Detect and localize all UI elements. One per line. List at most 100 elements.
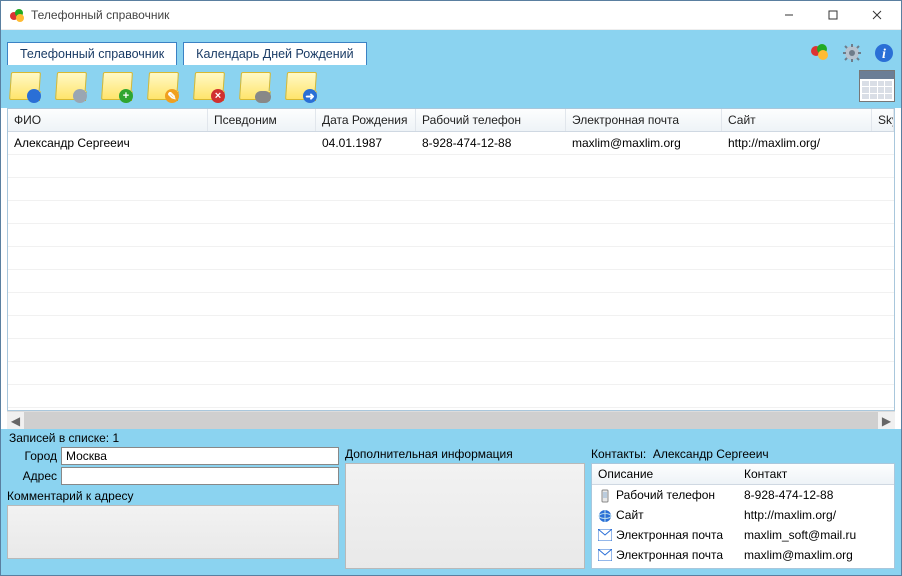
toolbtn-add[interactable]: + [99, 69, 135, 103]
contacts-header: Контакты: Александр Сергееич [591, 447, 895, 463]
contact-desc: Электронная почта [592, 526, 738, 544]
contact-value: 8-928-474-12-88 [738, 486, 894, 504]
col-dob[interactable]: Дата Рождения [316, 109, 416, 131]
col-alias[interactable]: Псевдоним [208, 109, 316, 131]
address-input[interactable] [61, 467, 339, 485]
phone-icon [598, 489, 612, 501]
magnifier-icon [27, 89, 41, 103]
pencil-icon: ✎ [165, 89, 179, 103]
cell: Александр Сергееич [8, 132, 208, 154]
cell: http://maxlim.org/ [722, 132, 872, 154]
grid-body[interactable]: Александр Сергееич04.01.19878-928-474-12… [8, 132, 894, 410]
bottom-panels: Город Адрес Комментарий к адресу Дополни… [1, 447, 901, 575]
extra-info-panel: Дополнительная информация [345, 447, 585, 569]
tab-row: Телефонный справочник Календарь Дней Рож… [1, 30, 901, 64]
col-contact[interactable]: Контакт [738, 464, 894, 484]
table-row-empty [8, 339, 894, 362]
contact-row[interactable]: Электронная почтаmaxlim_soft@mail.ru [592, 525, 894, 545]
tab-label: Календарь Дней Рождений [196, 47, 353, 61]
city-label: Город [7, 449, 57, 463]
col-fio[interactable]: ФИО [8, 109, 208, 131]
cell [872, 132, 894, 154]
toolbtn-edit[interactable]: ✎ [145, 69, 181, 103]
contacts-tbody[interactable]: Рабочий телефон8-928-474-12-88Сайтhttp:/… [592, 485, 894, 568]
toolbtn-export[interactable]: ➜ [283, 69, 319, 103]
cell: 8-928-474-12-88 [416, 132, 566, 154]
contacts-panel: Контакты: Александр Сергееич Описание Ко… [591, 447, 895, 569]
cell [208, 132, 316, 154]
toolbtn-note-filter[interactable] [7, 69, 43, 103]
contact-value: maxlim_soft@mail.ru [738, 526, 894, 544]
toolbtn-note-funnel[interactable] [53, 69, 89, 103]
contacts-header-prefix: Контакты: [591, 447, 646, 461]
table-row-empty [8, 316, 894, 339]
app-icon [9, 7, 25, 23]
cell: maxlim@maxlim.org [566, 132, 722, 154]
contact-row[interactable]: Рабочий телефон8-928-474-12-88 [592, 485, 894, 505]
contact-desc: Электронная почта [592, 546, 738, 564]
settings-button[interactable] [841, 42, 863, 64]
contacts-table[interactable]: Описание Контакт Рабочий телефон8-928-47… [591, 463, 895, 569]
record-count: Записей в списке: 1 [9, 431, 119, 445]
table-row-empty [8, 293, 894, 316]
col-workphone[interactable]: Рабочий телефон [416, 109, 566, 131]
tab-directory[interactable]: Телефонный справочник [7, 42, 177, 65]
address-comment-box[interactable] [7, 505, 339, 559]
contact-row[interactable]: Электронная почтаmaxlim@maxlim.org [592, 545, 894, 565]
table-row-empty [8, 247, 894, 270]
arrow-icon: ➜ [303, 89, 317, 103]
col-site[interactable]: Сайт [722, 109, 872, 131]
table-row-empty [8, 201, 894, 224]
grid-hscroll[interactable]: ◀ ▶ [7, 411, 895, 429]
toolbtn-delete[interactable]: × [191, 69, 227, 103]
table-row-empty [8, 155, 894, 178]
table-row-empty [8, 362, 894, 385]
address-label: Адрес [7, 469, 57, 483]
cross-icon: × [211, 89, 225, 103]
toolbar: + ✎ × ➜ [1, 64, 901, 108]
col-skype[interactable]: Skype [872, 109, 894, 131]
table-row-empty [8, 385, 894, 408]
table-row-empty [8, 178, 894, 201]
toolbtn-search[interactable] [237, 69, 273, 103]
app-window: Телефонный справочник Телефонный справоч… [0, 0, 902, 576]
table-row-empty [8, 270, 894, 293]
table-row-empty [8, 224, 894, 247]
scroll-left-icon[interactable]: ◀ [7, 412, 24, 429]
scroll-thumb[interactable] [24, 412, 878, 429]
contact-row[interactable]: Сайтhttp://maxlim.org/ [592, 505, 894, 525]
table-row[interactable]: Александр Сергееич04.01.19878-928-474-12… [8, 132, 894, 155]
svg-text:i: i [882, 47, 886, 62]
minimize-button[interactable] [767, 1, 811, 29]
calendar-button[interactable] [859, 70, 895, 102]
close-button[interactable] [855, 1, 899, 29]
contact-value: maxlim@maxlim.org [738, 546, 894, 564]
tab-and-toolbar: Телефонный справочник Календарь Дней Рож… [1, 30, 901, 108]
scroll-right-icon[interactable]: ▶ [878, 412, 895, 429]
binoculars-icon [255, 91, 271, 103]
main-grid[interactable]: ФИО Псевдоним Дата Рождения Рабочий теле… [7, 108, 895, 411]
about-button[interactable]: i [873, 42, 895, 64]
mail-icon [598, 549, 612, 561]
extra-info-label: Дополнительная информация [345, 447, 585, 463]
window-title: Телефонный справочник [31, 8, 767, 22]
city-input[interactable] [61, 447, 339, 465]
tab-label: Телефонный справочник [20, 47, 164, 61]
balloons-icon[interactable] [809, 42, 831, 64]
contact-desc: Сайт [592, 506, 738, 524]
titlebar: Телефонный справочник [1, 1, 901, 30]
col-desc[interactable]: Описание [592, 464, 738, 484]
funnel-icon [73, 89, 87, 103]
maximize-button[interactable] [811, 1, 855, 29]
tab-birthdays[interactable]: Календарь Дней Рождений [183, 42, 366, 65]
contacts-header-name: Александр Сергееич [653, 447, 769, 461]
address-panel: Город Адрес Комментарий к адресу [7, 447, 339, 569]
extra-info-box[interactable] [345, 463, 585, 569]
scroll-track[interactable] [24, 412, 878, 429]
contacts-thead: Описание Контакт [592, 464, 894, 485]
status-bar: Записей в списке: 1 [1, 429, 901, 447]
grid-header: ФИО Псевдоним Дата Рождения Рабочий теле… [8, 109, 894, 132]
address-comment-label: Комментарий к адресу [7, 487, 339, 503]
col-email[interactable]: Электронная почта [566, 109, 722, 131]
contact-value: http://maxlim.org/ [738, 506, 894, 524]
